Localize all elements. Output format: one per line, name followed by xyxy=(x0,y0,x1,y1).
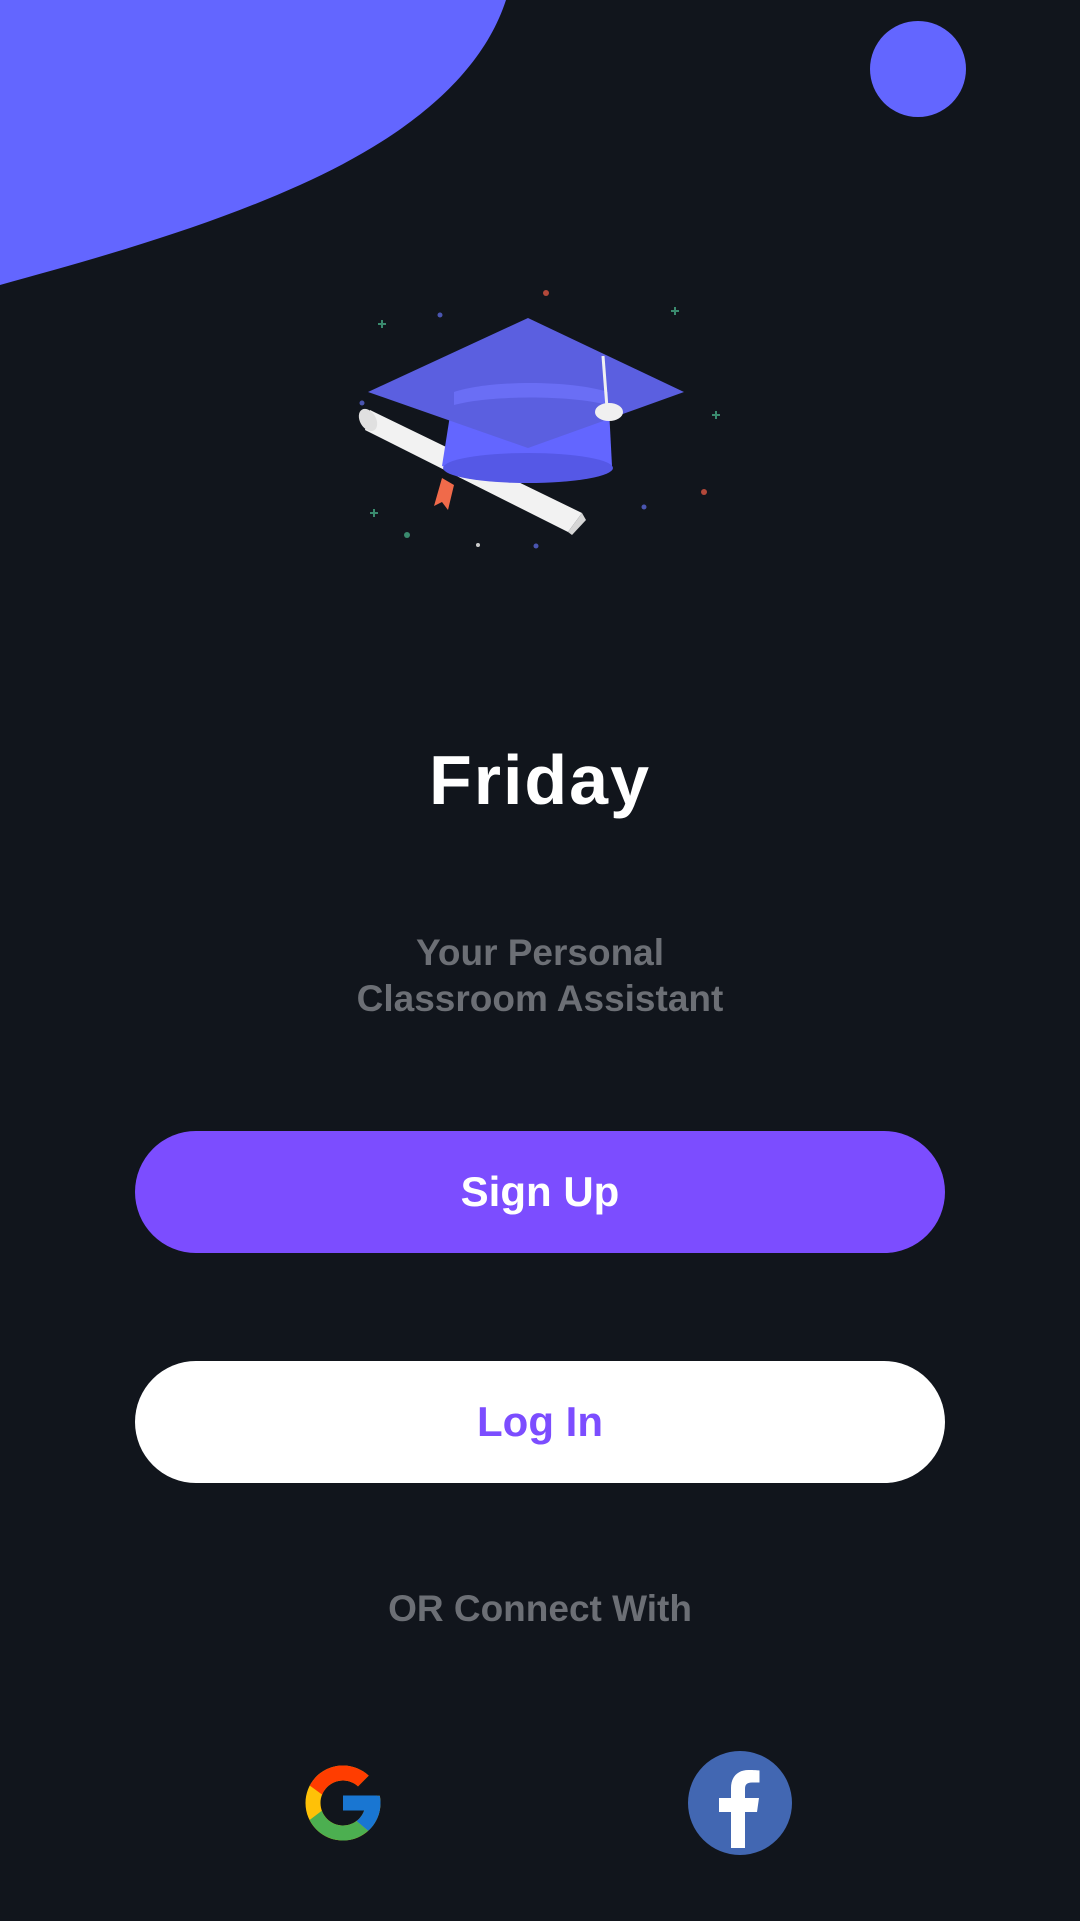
facebook-logo-icon[interactable] xyxy=(687,1750,793,1856)
app-tagline: Your Personal Classroom Assistant xyxy=(0,930,1080,1022)
log-in-button[interactable]: Log In xyxy=(135,1361,945,1483)
welcome-screen: Friday Your Personal Classroom Assistant… xyxy=(0,0,1080,1921)
decorative-corner-blob xyxy=(0,0,506,285)
app-title: Friday xyxy=(428,741,652,819)
google-logo-icon[interactable] xyxy=(290,1750,396,1856)
or-connect-with-label: OR Connect With xyxy=(388,1588,692,1629)
tagline-line-2: Classroom Assistant xyxy=(356,978,724,1019)
tagline-line-1: Your Personal xyxy=(415,932,665,973)
graduation-cap-illustration xyxy=(358,290,720,549)
decorative-circle xyxy=(870,21,966,117)
sign-up-button[interactable]: Sign Up xyxy=(135,1131,945,1253)
